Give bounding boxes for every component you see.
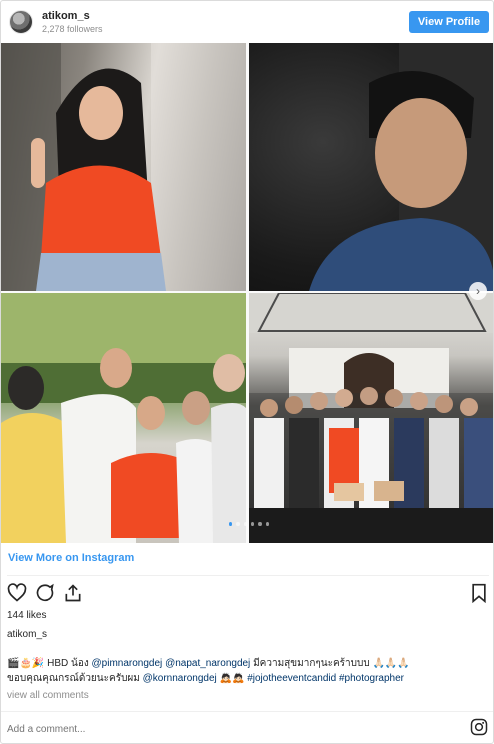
- caption-text: 🙇🏻🙇🏻: [216, 673, 248, 684]
- caption-line-1: 🎬🎂🎉 HBD น้อง @pimnarongdej @napat_narong…: [7, 656, 489, 671]
- username[interactable]: atikom_s: [42, 10, 90, 22]
- like-count: 144 likes: [7, 610, 47, 621]
- view-profile-button[interactable]: View Profile: [409, 11, 489, 33]
- post-author[interactable]: atikom_s: [7, 629, 47, 640]
- carousel-dot: [265, 522, 269, 526]
- comment-input[interactable]: [7, 720, 427, 738]
- view-all-comments-link[interactable]: view all comments: [7, 690, 89, 701]
- instagram-icon[interactable]: [470, 718, 488, 736]
- carousel-dot: [243, 522, 247, 526]
- carousel-dot: [229, 522, 233, 526]
- chevron-right-icon: ›: [476, 284, 480, 298]
- mention-link[interactable]: @napat_narongdej: [165, 658, 250, 669]
- post-header: atikom_s 2,278 followers View Profile: [1, 1, 493, 43]
- instagram-embed-card: atikom_s 2,278 followers View Profile › …: [0, 0, 494, 744]
- comment-icon[interactable]: [35, 583, 55, 603]
- carousel-dot: [258, 522, 262, 526]
- hashtag-link[interactable]: #jojotheeventcandid: [247, 673, 336, 684]
- divider: [1, 711, 493, 712]
- post-image-collage[interactable]: ›: [1, 43, 493, 543]
- bookmark-icon[interactable]: [469, 583, 489, 604]
- heart-icon[interactable]: [7, 583, 27, 603]
- post-caption: 🎬🎂🎉 HBD น้อง @pimnarongdej @napat_narong…: [7, 656, 489, 686]
- carousel-dot: [250, 522, 255, 526]
- photo-birthday-party: [249, 293, 493, 543]
- avatar[interactable]: [9, 10, 33, 34]
- view-more-link[interactable]: View More on Instagram: [8, 552, 134, 564]
- carousel-indicator: [229, 522, 269, 528]
- share-icon[interactable]: [63, 583, 83, 603]
- mention-link[interactable]: @kornnarongdej: [143, 673, 217, 684]
- photo-boy-portrait: [249, 43, 493, 291]
- next-slide-button[interactable]: ›: [469, 282, 487, 300]
- carousel-dot: [236, 522, 240, 526]
- photo-girl-portrait: [1, 43, 246, 291]
- follower-count: 2,278 followers: [42, 24, 103, 34]
- caption-text: 🎬🎂🎉 HBD น้อง: [7, 658, 92, 669]
- hashtag-link[interactable]: #photographer: [339, 673, 404, 684]
- caption-text: ขอบคุณคุณกรณ์ด้วยนะครับผม: [7, 673, 143, 684]
- photo-family-group: [1, 293, 246, 543]
- caption-text: มีความสุขมากๆนะคร้าบบบ 🙏🏻🙏🏻🙏🏻: [250, 658, 410, 669]
- divider: [7, 575, 489, 576]
- caption-line-2: ขอบคุณคุณกรณ์ด้วยนะครับผม @kornnarongdej…: [7, 671, 489, 686]
- mention-link[interactable]: @pimnarongdej: [92, 658, 163, 669]
